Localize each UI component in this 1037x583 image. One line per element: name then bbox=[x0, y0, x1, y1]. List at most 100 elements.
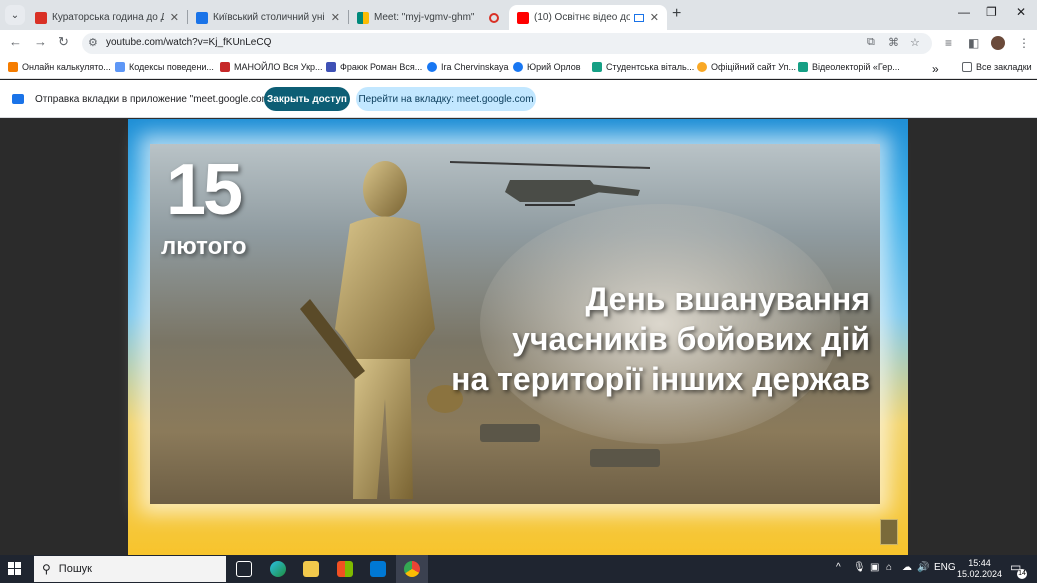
profile-avatar[interactable] bbox=[991, 36, 1005, 50]
media-control-icon[interactable]: ≡ bbox=[945, 36, 952, 50]
title-line: учасників бойових дій bbox=[512, 321, 870, 357]
tab-1[interactable]: Кураторська година до Дня вш ✕ bbox=[27, 5, 187, 30]
task-view-icon[interactable] bbox=[236, 561, 252, 577]
bookmark-item[interactable]: Фраюк Роман Вся... bbox=[326, 62, 422, 72]
switch-to-tab-button[interactable]: Перейти на вкладку: meet.google.com bbox=[356, 87, 536, 111]
video-area[interactable]: 15 лютого День вшанування учасників бойо… bbox=[0, 118, 1037, 555]
onedrive-icon[interactable]: ☁ bbox=[902, 562, 912, 573]
bookmark-label: Відеолекторій «Гер... bbox=[812, 62, 900, 72]
file-explorer-icon[interactable] bbox=[303, 561, 319, 577]
reload-icon[interactable]: ↻ bbox=[58, 34, 69, 50]
tab-2[interactable]: Київський столичний універси ✕ bbox=[188, 5, 348, 30]
all-bookmarks[interactable]: Все закладки bbox=[962, 62, 1032, 72]
clock-date: 15.02.2024 bbox=[957, 569, 1003, 579]
new-tab-button[interactable]: + bbox=[672, 5, 681, 23]
notification-badge: 14 bbox=[1017, 569, 1027, 579]
search-placeholder: Пошук bbox=[58, 563, 92, 575]
windows-start-icon[interactable] bbox=[8, 562, 22, 576]
helicopter-image bbox=[450, 161, 650, 206]
tab-title: Київський столичний універси bbox=[213, 12, 325, 23]
tab-4-active[interactable]: (10) Освітнє відео до Дня в ✕ bbox=[509, 5, 667, 30]
mail-icon[interactable] bbox=[370, 561, 386, 577]
tray-chevron-icon[interactable]: ^ bbox=[836, 562, 841, 573]
volume-icon[interactable]: 🔊 bbox=[917, 562, 929, 573]
close-icon[interactable]: ✕ bbox=[170, 11, 179, 24]
tab-share-icon bbox=[12, 94, 24, 104]
slide-title: День вшанування учасників бойових дій на… bbox=[451, 279, 870, 399]
calculator-icon bbox=[8, 62, 18, 72]
maximize-icon[interactable]: ❐ bbox=[986, 5, 997, 19]
windows-taskbar: ⚲ Пошук ^ 🎙 ▣ ⌂ ☁ 🔊 ENG 15:44 15.02.2024… bbox=[0, 555, 1037, 583]
close-icon[interactable]: ✕ bbox=[650, 11, 659, 24]
minimize-icon[interactable]: — bbox=[958, 5, 970, 19]
microphone-icon[interactable]: 🎙 bbox=[853, 562, 866, 573]
site-icon bbox=[115, 62, 125, 72]
bookmark-item[interactable]: МАНОЙЛО Вся Укр... bbox=[220, 62, 323, 72]
bookmark-item[interactable]: Студентська віталь... bbox=[592, 62, 694, 72]
side-panel-icon[interactable]: ◧ bbox=[968, 36, 979, 50]
clock-time: 15:44 bbox=[968, 558, 991, 568]
tab-strip: ⌄ Кураторська година до Дня вш ✕ Київськ… bbox=[0, 0, 1037, 30]
cast-icon bbox=[633, 13, 644, 22]
date-month: лютого bbox=[161, 233, 247, 260]
facebook-icon bbox=[427, 62, 437, 72]
folder-icon bbox=[962, 62, 972, 72]
all-bookmarks-label: Все закладки bbox=[976, 62, 1032, 72]
recording-icon bbox=[489, 12, 499, 23]
chevron-down-icon: ⌄ bbox=[10, 9, 20, 21]
edge-icon[interactable] bbox=[270, 561, 286, 577]
address-bar[interactable]: ⚙ youtube.com/watch?v=Kj_fKUnLeCQ ⧉ ⌘ ☆ bbox=[82, 33, 932, 54]
facebook-icon bbox=[513, 62, 523, 72]
bookmark-item[interactable]: Відеолекторій «Гер... bbox=[798, 62, 900, 72]
bookmark-item[interactable]: Онлайн калькулято... bbox=[8, 62, 111, 72]
tab-search-button[interactable]: ⌄ bbox=[5, 5, 25, 25]
bookmark-label: Юрий Орлов bbox=[527, 62, 581, 72]
date-day: 15 bbox=[166, 150, 243, 230]
bookmark-label: МАНОЙЛО Вся Укр... bbox=[234, 62, 323, 72]
clock[interactable]: 15:44 15.02.2024 bbox=[957, 558, 1002, 580]
tab-title: (10) Освітнє відео до Дня в bbox=[534, 12, 630, 23]
url-text[interactable]: youtube.com/watch?v=Kj_fKUnLeCQ bbox=[106, 37, 271, 48]
bookmark-label: Кодексы поведени... bbox=[129, 62, 214, 72]
site-info-icon[interactable]: ⚙ bbox=[88, 36, 98, 49]
store-icon[interactable] bbox=[337, 561, 353, 577]
video-frame: 15 лютого День вшанування учасників бойо… bbox=[128, 119, 908, 555]
more-bookmarks-icon[interactable]: » bbox=[932, 62, 939, 76]
close-window-icon[interactable]: ✕ bbox=[1016, 5, 1026, 19]
back-icon[interactable]: ← bbox=[9, 34, 22, 49]
tank-image bbox=[590, 449, 660, 467]
bookmark-item[interactable]: Офіційний сайт Уп... bbox=[697, 62, 796, 72]
search-icon: ⚲ bbox=[42, 562, 51, 576]
soldier-statue-image bbox=[300, 161, 463, 499]
language-indicator[interactable]: ENG bbox=[934, 562, 956, 573]
bookmark-star-icon[interactable]: ☆ bbox=[910, 36, 920, 49]
network-icon[interactable]: ⌂ bbox=[886, 562, 892, 573]
bookmark-item[interactable]: Кодексы поведени... bbox=[115, 62, 214, 72]
gmail-icon bbox=[35, 11, 47, 24]
close-icon[interactable]: ✕ bbox=[331, 11, 340, 24]
tab-title: Meet: "myj-vgmv-ghm" bbox=[374, 12, 475, 23]
translate-icon[interactable]: ⌘ bbox=[888, 36, 899, 49]
screen-share-infobar: Отправка вкладки в приложение "meet.goog… bbox=[0, 80, 1037, 118]
chrome-icon[interactable] bbox=[404, 561, 420, 577]
bookmark-label: Офіційний сайт Уп... bbox=[711, 62, 796, 72]
taskbar-search[interactable]: ⚲ Пошук bbox=[34, 556, 226, 582]
bookmark-label: Ira Chervinskaya bbox=[441, 62, 509, 72]
tray-app-icon[interactable]: ▣ bbox=[870, 562, 879, 573]
bookmark-label: Онлайн калькулято... bbox=[22, 62, 111, 72]
title-line: на території інших держав bbox=[451, 361, 870, 397]
address-toolbar: ← → ↻ ⚙ youtube.com/watch?v=Kj_fKUnLeCQ … bbox=[0, 30, 1037, 57]
google-meet-icon bbox=[357, 11, 369, 24]
bookmark-item[interactable]: Юрий Орлов bbox=[513, 62, 581, 72]
channel-logo bbox=[880, 519, 898, 545]
bookmarks-bar: Онлайн калькулято... Кодексы поведени...… bbox=[0, 57, 1037, 79]
share-message: Отправка вкладки в приложение "meet.goog… bbox=[35, 94, 282, 105]
install-app-icon[interactable]: ⧉ bbox=[867, 36, 875, 49]
menu-kebab-icon[interactable]: ⋮ bbox=[1018, 36, 1030, 50]
stop-sharing-button[interactable]: Закрыть доступ bbox=[264, 87, 350, 111]
tab-3[interactable]: Meet: "myj-vgmv-ghm" bbox=[349, 5, 507, 30]
forward-icon[interactable]: → bbox=[34, 34, 47, 49]
site-icon bbox=[592, 62, 602, 72]
bookmark-label: Студентська віталь... bbox=[606, 62, 695, 72]
bookmark-item[interactable]: Ira Chervinskaya bbox=[427, 62, 509, 72]
